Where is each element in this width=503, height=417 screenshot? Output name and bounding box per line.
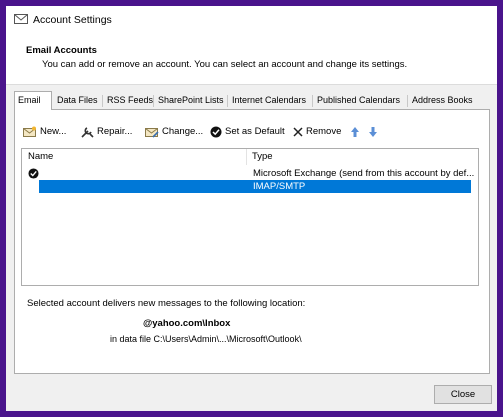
account-row-exchange[interactable]: Microsoft Exchange (send from this accou…	[22, 167, 478, 180]
delivery-folder: @yahoo.com\Inbox	[143, 318, 231, 329]
tab-internet-calendars[interactable]: Internet Calendars	[229, 93, 309, 108]
tab-divider	[407, 95, 408, 107]
tab-sharepoint-lists[interactable]: SharePoint Lists	[155, 93, 227, 108]
type-column-header[interactable]: Type	[252, 149, 273, 165]
move-down-button[interactable]	[368, 124, 380, 140]
set-as-default-label: Set as Default	[225, 126, 285, 137]
tab-rss-feeds[interactable]: RSS Feeds	[104, 93, 156, 108]
tab-divider	[227, 95, 228, 107]
repair-icon	[81, 127, 94, 138]
tab-email[interactable]: Email	[14, 91, 52, 110]
arrow-down-icon	[369, 127, 377, 137]
email-tab-panel: New... Repair... Change... Set as Defaul…	[14, 109, 490, 374]
close-button[interactable]: Close	[434, 385, 492, 404]
move-up-button[interactable]	[350, 124, 362, 140]
default-account-check-icon	[28, 168, 39, 183]
account-type: Microsoft Exchange (send from this accou…	[253, 168, 475, 179]
remove-button[interactable]: Remove	[292, 124, 342, 140]
column-divider	[246, 149, 247, 165]
header-title: Email Accounts	[26, 45, 97, 56]
header-description: You can add or remove an account. You ca…	[42, 59, 408, 70]
change-button-label: Change...	[162, 126, 204, 137]
new-button-label: New...	[40, 126, 67, 137]
change-button[interactable]: Change...	[145, 124, 209, 140]
arrow-up-icon	[351, 127, 359, 137]
new-button[interactable]: New...	[23, 124, 73, 140]
account-row-imap[interactable]: IMAP/SMTP	[39, 180, 471, 193]
title-bar: Account Settings	[6, 6, 497, 34]
remove-x-icon	[293, 127, 303, 137]
tab-divider	[153, 95, 154, 107]
tab-published-calendars[interactable]: Published Calendars	[314, 93, 403, 108]
delivery-data-file: in data file C:\Users\Admin\...\Microsof…	[110, 334, 302, 344]
change-icon	[145, 128, 159, 138]
tab-data-files[interactable]: Data Files	[54, 93, 101, 108]
tab-address-books[interactable]: Address Books	[409, 93, 476, 108]
dialog-header: Email Accounts You can add or remove an …	[6, 34, 497, 85]
remove-button-label: Remove	[306, 126, 342, 137]
tab-divider	[312, 95, 313, 107]
tab-divider	[102, 95, 103, 107]
account-type: IMAP/SMTP	[253, 181, 306, 192]
accounts-list[interactable]: Name Type Microsoft Exchange (send from …	[21, 148, 479, 286]
envelope-icon	[14, 13, 28, 25]
account-settings-dialog: Account Settings Email Accounts You can …	[6, 6, 497, 411]
default-check-icon	[210, 126, 222, 138]
name-column-header[interactable]: Name	[28, 149, 53, 165]
set-as-default-button[interactable]: Set as Default	[210, 124, 286, 140]
window-title: Account Settings	[33, 14, 112, 26]
repair-button-label: Repair...	[97, 126, 133, 137]
delivery-location-intro: Selected account delivers new messages t…	[27, 298, 306, 309]
new-account-icon	[23, 126, 36, 137]
repair-button[interactable]: Repair...	[80, 124, 142, 140]
